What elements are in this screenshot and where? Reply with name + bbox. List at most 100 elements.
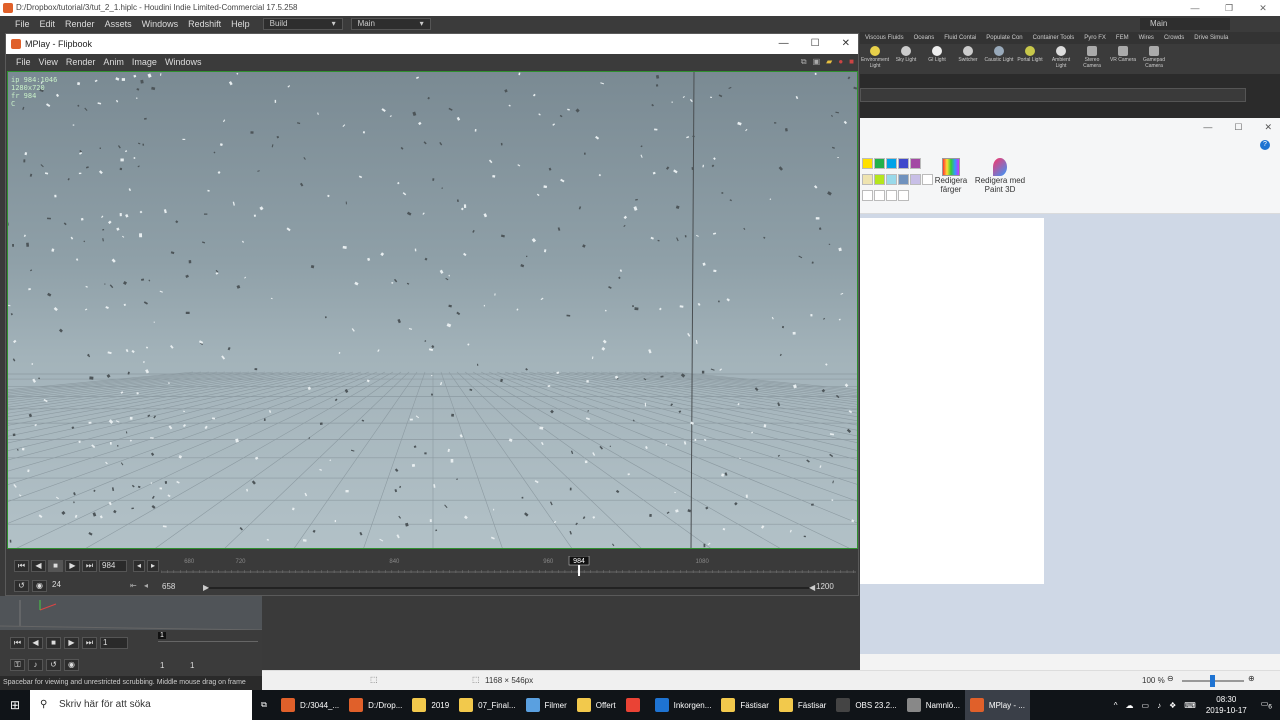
minimize-button[interactable]: —: [1203, 122, 1212, 133]
empty-swatch[interactable]: [886, 190, 897, 201]
task-view-icon[interactable]: ⧉: [252, 690, 276, 720]
menu-redshift[interactable]: Redshift: [183, 19, 226, 29]
shelf-tool[interactable]: Stereo Camera: [1077, 44, 1107, 74]
shelf-tool[interactable]: Gamepad Camera: [1139, 44, 1169, 74]
prev-key-icon[interactable]: ◂: [133, 560, 145, 572]
color-swatch[interactable]: [862, 158, 873, 169]
shelf-tab[interactable]: Drive Simula: [1189, 35, 1233, 41]
help-icon[interactable]: ?: [1260, 140, 1270, 150]
menu-anim[interactable]: Anim: [99, 57, 128, 67]
lower-timeline[interactable]: 1: [158, 632, 258, 642]
taskbar-app[interactable]: Namnlö...: [902, 690, 965, 720]
maximize-button[interactable]: ❐: [1212, 0, 1246, 16]
loop-icon[interactable]: ↺: [14, 580, 29, 592]
color-swatch[interactable]: [910, 158, 921, 169]
taskbar-app[interactable]: MPlay - ...: [964, 690, 1030, 720]
shelf-tab[interactable]: Wires: [1134, 35, 1159, 41]
frame-input[interactable]: 1: [100, 637, 128, 649]
zoom-out-button[interactable]: ⊖: [1167, 674, 1174, 683]
paint3d-button[interactable]: Redigera med Paint 3D: [974, 158, 1026, 194]
close-button[interactable]: ✕: [1264, 122, 1272, 133]
color-swatch[interactable]: [886, 158, 897, 169]
keyboard-icon[interactable]: ⌨: [1180, 701, 1200, 710]
dropbox-icon[interactable]: ❖: [1165, 701, 1180, 710]
menu-windows[interactable]: Windows: [137, 19, 184, 29]
shelf-tool[interactable]: VR Camera: [1108, 44, 1138, 74]
range-slider[interactable]: [206, 587, 812, 589]
range-prev-button[interactable]: ◂: [144, 581, 148, 590]
shelf-tab[interactable]: Oceans: [909, 35, 940, 41]
audio-icon[interactable]: ♪: [28, 659, 43, 671]
menu-help[interactable]: Help: [226, 19, 255, 29]
color-swatch[interactable]: [886, 174, 897, 185]
range-end-input[interactable]: 1200: [816, 582, 834, 591]
menu-image[interactable]: Image: [128, 57, 161, 67]
empty-swatch[interactable]: [898, 190, 909, 201]
menu-render[interactable]: Render: [62, 57, 100, 67]
close-button[interactable]: ✕: [1246, 0, 1280, 16]
shelf-tab[interactable]: Populate Con: [981, 35, 1027, 41]
jump-end-button[interactable]: ⏭: [82, 560, 97, 572]
taskbar-app[interactable]: D:/Drop...: [344, 690, 407, 720]
stop-button[interactable]: ■: [48, 560, 63, 572]
realtime-icon[interactable]: ◉: [64, 659, 79, 671]
taskbar-app[interactable]: Fästisar: [774, 690, 831, 720]
jump-start-button[interactable]: ⏮: [14, 560, 29, 572]
empty-swatch[interactable]: [874, 190, 885, 201]
step-back-button[interactable]: ◀: [28, 637, 43, 649]
paint-canvas[interactable]: [860, 218, 1044, 584]
menu-assets[interactable]: Assets: [100, 19, 137, 29]
range-start-handle[interactable]: ▶: [203, 583, 209, 592]
close-button[interactable]: ✕: [842, 34, 850, 54]
current-frame-input[interactable]: 984: [99, 560, 127, 572]
right-desktop-dropdown[interactable]: Main: [1140, 18, 1230, 30]
zoom-slider-thumb[interactable]: [1210, 675, 1215, 687]
range-start[interactable]: 1: [160, 661, 164, 670]
taskbar-app[interactable]: D:/3044_...: [276, 690, 344, 720]
clock[interactable]: 08:30 2019-10-17: [1200, 694, 1253, 716]
zoom-in-button[interactable]: ⊕: [1248, 674, 1255, 683]
minimize-button[interactable]: —: [779, 34, 789, 54]
shelf-tab[interactable]: Crowds: [1159, 35, 1189, 41]
windows-start-icon[interactable]: ⊞: [10, 698, 20, 712]
maximize-button[interactable]: ☐: [1234, 122, 1242, 133]
empty-swatch[interactable]: [922, 174, 933, 185]
color-swatch[interactable]: [898, 174, 909, 185]
shelf-tool[interactable]: Ambient Light: [1046, 44, 1076, 74]
menu-file[interactable]: File: [10, 19, 35, 29]
pane-path-bar[interactable]: [860, 88, 1246, 102]
taskbar-app[interactable]: Fästisar: [716, 690, 773, 720]
tray-chevron-icon[interactable]: ^: [1110, 701, 1122, 710]
loop-icon[interactable]: ↺: [46, 659, 61, 671]
minimize-button[interactable]: —: [1178, 0, 1212, 16]
taskbar-app[interactable]: Inkorgen...: [650, 690, 717, 720]
taskbar-app[interactable]: Offert: [572, 690, 621, 720]
shelf-tool[interactable]: Portal Light: [1015, 44, 1045, 74]
snapshot-icon[interactable]: ⧉: [801, 57, 807, 67]
range-start-input[interactable]: 658: [162, 582, 175, 591]
scene-viewport[interactable]: [0, 596, 263, 631]
menu-edit[interactable]: Edit: [35, 19, 61, 29]
record-icon[interactable]: ●: [838, 57, 843, 67]
taskbar-app[interactable]: 07_Final...: [454, 690, 520, 720]
maximize-button[interactable]: ☐: [811, 34, 820, 54]
menu-render[interactable]: Render: [60, 19, 100, 29]
taskbar-app[interactable]: OBS 23.2...: [831, 690, 901, 720]
volume-icon[interactable]: ♪: [1153, 701, 1165, 710]
taskbar-app[interactable]: 2019: [407, 690, 454, 720]
step-back-button[interactable]: ◀: [31, 560, 46, 572]
shelf-tool[interactable]: Switcher: [953, 44, 983, 74]
menu-view[interactable]: View: [35, 57, 62, 67]
menu-windows[interactable]: Windows: [161, 57, 206, 67]
taskbar-app[interactable]: [621, 690, 650, 720]
flipbook-viewport[interactable]: ip 984:1046 1280x720 fr 984 C: [7, 71, 858, 549]
play-button[interactable]: ▶: [65, 560, 80, 572]
realtime-icon[interactable]: ◉: [32, 580, 47, 592]
shelf-tab[interactable]: Container Tools: [1028, 35, 1080, 41]
shelf-tool[interactable]: GI Light: [922, 44, 952, 74]
edit-colors-button[interactable]: Redigera färger: [934, 158, 968, 194]
shelf-tab[interactable]: Viscous Fluids: [860, 35, 909, 41]
jump-end-button[interactable]: ⏭: [82, 637, 97, 649]
color-swatch[interactable]: [874, 174, 885, 185]
desktop-dropdown[interactable]: Build ▾: [262, 18, 343, 30]
